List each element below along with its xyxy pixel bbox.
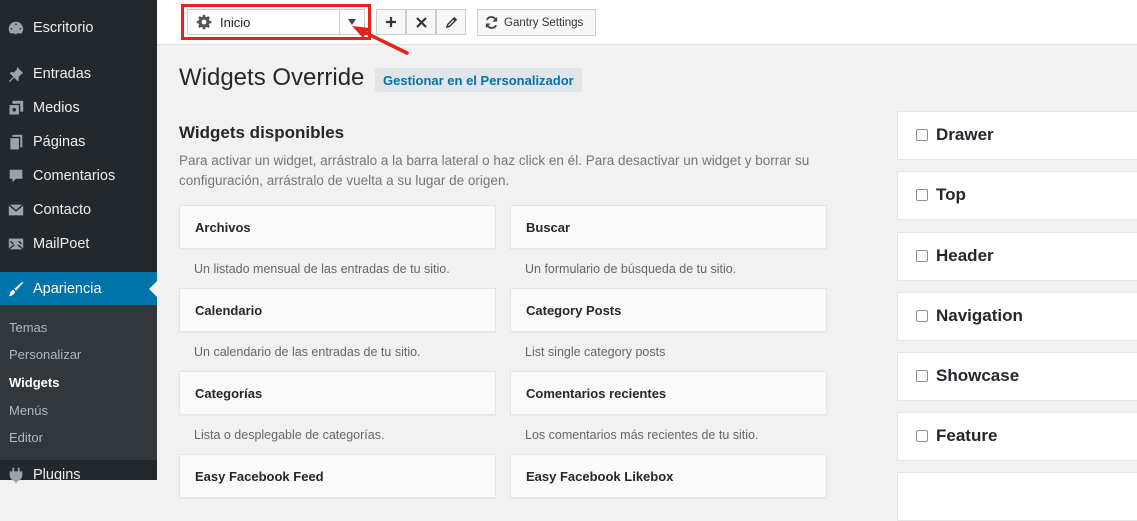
- submenu-item-widgets[interactable]: Widgets: [9, 375, 59, 390]
- sidebar-item-label: Plugins: [33, 467, 81, 483]
- sidebar-item-entradas[interactable]: Entradas: [0, 57, 157, 91]
- widget-title: Calendario: [195, 303, 263, 318]
- sidebar-item-mailpoet[interactable]: MailPoet: [0, 227, 157, 261]
- sidebar-area-title: Header: [936, 246, 994, 265]
- sidebar-area-top[interactable]: Top: [897, 171, 1137, 220]
- manage-in-customizer-link[interactable]: Gestionar en el Personalizador: [375, 68, 582, 92]
- sidebar-area-title: Feature: [936, 426, 998, 445]
- widget-description: Un formulario de búsqueda de tu sitio.: [525, 262, 737, 276]
- mailpoet-icon: [6, 234, 26, 254]
- widget-easy-facebook-likebox[interactable]: Easy Facebook Likebox: [510, 454, 827, 498]
- sidebar-item-plugins[interactable]: Plugins: [0, 458, 157, 492]
- widget-description: Lista o desplegable de categorías.: [194, 428, 385, 442]
- widget-title: Archivos: [195, 220, 251, 235]
- sidebar-item-label: Páginas: [33, 134, 86, 150]
- sidebar-area-drawer[interactable]: Drawer: [897, 111, 1137, 160]
- sidebar-item-paginas[interactable]: Páginas: [0, 125, 157, 159]
- widget-easy-facebook-feed[interactable]: Easy Facebook Feed: [179, 454, 496, 498]
- widget-category-posts[interactable]: Category Posts: [510, 288, 827, 332]
- sidebar-area-feature[interactable]: Feature: [897, 412, 1137, 461]
- delete-button[interactable]: [406, 9, 436, 35]
- pages-icon: [6, 132, 26, 152]
- sidebar-item-label: Contacto: [33, 202, 92, 218]
- plugins-icon: [6, 465, 26, 485]
- sidebar-item-label: Escritorio: [33, 20, 94, 36]
- sidebar-item-escritorio[interactable]: Escritorio: [0, 11, 157, 45]
- widget-comentarios-recientes[interactable]: Comentarios recientes: [510, 371, 827, 415]
- comments-icon: [6, 166, 26, 186]
- widget-description: Los comentarios más recientes de tu siti…: [525, 428, 759, 442]
- mail-icon: [6, 200, 26, 220]
- edit-button[interactable]: [436, 9, 466, 35]
- checkbox[interactable]: [916, 189, 928, 201]
- submenu-item-editor[interactable]: Editor: [9, 430, 43, 445]
- sidebar-item-label: MailPoet: [33, 236, 90, 252]
- pencil-icon: [445, 16, 458, 29]
- page-title: Widgets Override: [179, 64, 365, 91]
- widget-buscar[interactable]: Buscar: [510, 205, 827, 249]
- submenu-item-menus[interactable]: Menús: [9, 403, 48, 418]
- widget-categorias[interactable]: Categorías: [179, 371, 496, 415]
- sidebar-item-comentarios[interactable]: Comentarios: [0, 159, 157, 193]
- sidebar-item-label: Comentarios: [33, 168, 116, 184]
- widget-title: Category Posts: [526, 303, 622, 318]
- sidebar-item-label: Apariencia: [33, 281, 102, 297]
- checkbox[interactable]: [916, 430, 928, 442]
- checkbox[interactable]: [916, 370, 928, 382]
- refresh-icon: [484, 15, 499, 30]
- submenu-item-temas[interactable]: Temas: [9, 320, 47, 335]
- widget-title: Easy Facebook Feed: [195, 469, 324, 484]
- widget-title: Comentarios recientes: [526, 386, 667, 401]
- widget-archivos[interactable]: Archivos: [179, 205, 496, 249]
- sidebar-area-title: Drawer: [936, 125, 994, 144]
- available-widgets-description: Para activar un widget, arrástralo a la …: [179, 153, 810, 188]
- available-widgets-heading: Widgets disponibles: [179, 123, 345, 142]
- active-indicator: [149, 281, 157, 297]
- sidebar-item-contacto[interactable]: Contacto: [0, 193, 157, 227]
- gantry-settings-button[interactable]: Gantry Settings: [477, 9, 596, 36]
- widget-title: Buscar: [526, 220, 571, 235]
- sidebar-area-showcase[interactable]: Showcase: [897, 352, 1137, 401]
- sidebar-item-medios[interactable]: Medios: [0, 91, 157, 125]
- override-select[interactable]: Inicio: [187, 9, 365, 35]
- brush-icon: [6, 279, 26, 299]
- checkbox[interactable]: [916, 129, 928, 141]
- add-button[interactable]: [376, 9, 406, 35]
- widget-description: Un listado mensual de las entradas de tu…: [194, 262, 450, 276]
- override-toolbar: Inicio Gantry Settings: [157, 0, 1137, 45]
- widget-calendario[interactable]: Calendario: [179, 288, 496, 332]
- sidebar-item-label: Medios: [33, 100, 80, 116]
- sidebar-area-title: Top: [936, 185, 966, 204]
- chevron-down-icon[interactable]: [339, 10, 364, 34]
- widget-description: List single category posts: [525, 345, 666, 359]
- appearance-submenu: Temas Personalizar Widgets Menús Editor: [0, 305, 157, 460]
- sidebar-item-apariencia[interactable]: Apariencia: [0, 272, 157, 306]
- widget-title: Easy Facebook Likebox: [526, 469, 674, 484]
- pin-icon: [6, 64, 26, 84]
- submenu-item-personalizar[interactable]: Personalizar: [9, 347, 81, 362]
- sidebar-area-title: Showcase: [936, 366, 1020, 385]
- plus-icon: [385, 16, 397, 28]
- dashboard-icon: [6, 18, 26, 38]
- sidebar-item-label: Entradas: [33, 66, 92, 82]
- sidebar-area-next[interactable]: [897, 472, 1137, 521]
- sidebar-area-header[interactable]: Header: [897, 232, 1137, 281]
- media-icon: [6, 98, 26, 118]
- gear-icon: [196, 14, 212, 35]
- checkbox[interactable]: [916, 310, 928, 322]
- select-value: Inicio: [220, 15, 251, 30]
- sidebar-area-title: Navigation: [936, 306, 1023, 325]
- checkbox[interactable]: [916, 250, 928, 262]
- widget-title: Categorías: [195, 386, 263, 401]
- sidebar-area-navigation[interactable]: Navigation: [897, 292, 1137, 341]
- close-icon: [415, 16, 427, 28]
- admin-sidebar: Escritorio Entradas Medios Páginas Comen…: [0, 0, 157, 484]
- widget-description: Un calendario de las entradas de tu siti…: [194, 345, 421, 359]
- gantry-settings-label: Gantry Settings: [504, 16, 584, 29]
